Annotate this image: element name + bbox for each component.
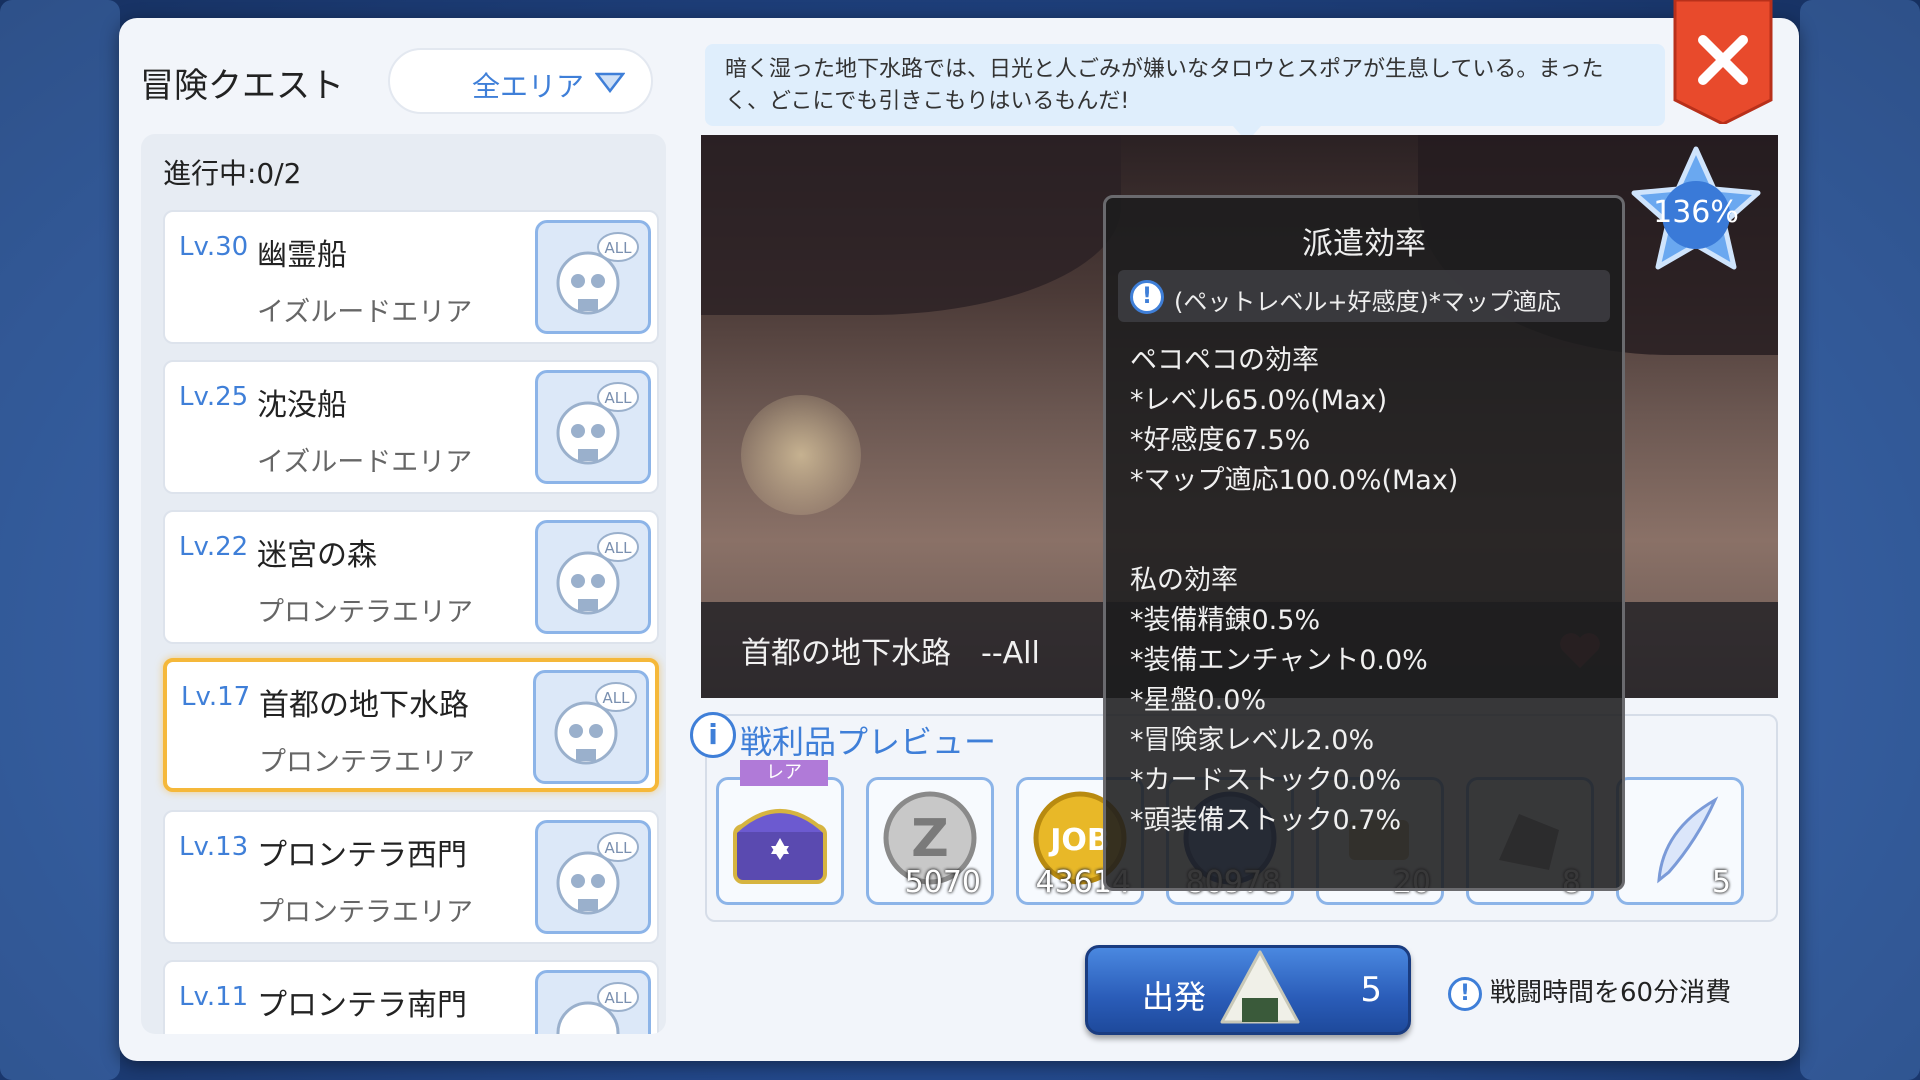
rare-tag: レア	[740, 760, 828, 786]
skull-all-icon: ALL	[533, 670, 649, 784]
area-filter-label: 全エリア	[472, 70, 585, 103]
my-efficiency-line: *装備エンチャント0.0%	[1130, 645, 1428, 676]
background-right	[1800, 0, 1920, 1080]
svg-text:ALL: ALL	[603, 689, 631, 707]
map-name: 首都の地下水路 --All	[741, 636, 1040, 671]
quest-name: プロンテラ西門	[257, 838, 467, 873]
pet-efficiency-line: *レベル65.0%(Max)	[1130, 385, 1388, 416]
my-efficiency-line: *装備精錬0.5%	[1130, 605, 1321, 636]
tooltip-title: 派遣効率	[1302, 226, 1426, 262]
formula-text: (ペットレベル+好感度)*マップ適応	[1174, 288, 1561, 316]
quest-area: プロンテラエリア	[257, 897, 473, 928]
my-efficiency-line: *冒険家レベル2.0%	[1130, 725, 1375, 756]
quest-item[interactable]: Lv.13 プロンテラ西門 プロンテラエリア ALL	[163, 810, 659, 944]
progress-count: 進行中:0/2	[163, 157, 302, 190]
battle-time-notice: ! 戦闘時間を60分消費	[1448, 972, 1731, 1011]
efficiency-badge[interactable]: 136%	[1626, 143, 1766, 283]
background-left	[0, 0, 120, 1080]
reward-count: 5070	[904, 865, 981, 900]
window-title: 冒険クエスト	[140, 66, 344, 106]
my-efficiency-line: *星盤0.0%	[1130, 685, 1267, 716]
rice-ball-icon	[1220, 950, 1300, 1024]
quest-area: イズルードエリア	[257, 447, 473, 478]
formula-box: ! (ペットレベル+好感度)*マップ適応	[1118, 270, 1610, 322]
depart-cost-count: 5	[1360, 970, 1382, 1010]
quest-item-selected[interactable]: Lv.17 首都の地下水路 プロンテラエリア ALL	[163, 658, 659, 792]
quest-item[interactable]: Lv.30 幽霊船 イズルードエリア ALL	[163, 210, 659, 344]
quest-name: 幽霊船	[257, 238, 347, 273]
pet-efficiency-line: *好感度67.5%	[1130, 425, 1311, 456]
loot-preview-title: 戦利品プレビュー	[740, 723, 997, 761]
depart-button[interactable]: 出発 5	[1085, 945, 1411, 1035]
svg-text:ALL: ALL	[605, 239, 633, 257]
quest-list: 進行中:0/2 Lv.30 幽霊船 イズルードエリア ALL Lv.25 沈没船…	[141, 134, 666, 1034]
skull-all-icon: ALL	[535, 220, 651, 334]
quest-name: 首都の地下水路	[259, 688, 469, 723]
efficiency-percent: 136%	[1653, 195, 1739, 230]
battle-time-text: 戦闘時間を60分消費	[1490, 978, 1732, 1008]
svg-text:ALL: ALL	[605, 839, 633, 857]
quest-level: Lv.30	[179, 232, 249, 262]
quest-level: Lv.11	[179, 982, 249, 1012]
chevron-down-icon	[595, 72, 625, 93]
skull-all-icon: ALL	[535, 520, 651, 634]
my-efficiency-line: *カードストック0.0%	[1130, 765, 1402, 796]
quest-description: 暗く湿った地下水路では、日光と人ごみが嫌いなタロウとスポアが生息している。まった…	[705, 44, 1665, 142]
pet-efficiency-line: *マップ適応100.0%(Max)	[1130, 465, 1459, 496]
my-efficiency-heading: 私の効率	[1130, 565, 1238, 596]
quest-name: 迷宮の森	[257, 538, 377, 573]
pet-efficiency-heading: ペコペコの効率	[1130, 345, 1319, 376]
skull-all-icon: ALL	[535, 820, 651, 934]
info-icon: !	[1130, 280, 1164, 314]
info-icon[interactable]: i	[690, 712, 736, 758]
svg-text:ALL: ALL	[605, 539, 633, 557]
my-efficiency-line: *頭装備ストック0.7%	[1130, 805, 1402, 836]
svg-text:ALL: ALL	[605, 989, 633, 1007]
reward-count: 5	[1711, 865, 1731, 900]
svg-text:Z: Z	[911, 809, 949, 869]
quest-name: 沈没船	[257, 388, 347, 423]
dispatch-efficiency-tooltip: 派遣効率 ! (ペットレベル+好感度)*マップ適応 ペコペコの効率 *レベル65…	[1103, 195, 1625, 891]
reward-slot[interactable]: 5	[1616, 777, 1744, 905]
reward-slot[interactable]	[716, 777, 844, 905]
svg-text:ALL: ALL	[605, 389, 633, 407]
quest-level: Lv.17	[181, 682, 251, 712]
quest-item[interactable]: Lv.11 プロンテラ南門 ALL	[163, 960, 659, 1034]
quest-level: Lv.13	[179, 832, 249, 862]
treasure-chest-icon	[733, 809, 827, 884]
quest-item[interactable]: Lv.22 迷宮の森 プロンテラエリア ALL	[163, 510, 659, 644]
svg-text:JOB: JOB	[1048, 823, 1110, 858]
area-filter-dropdown[interactable]: 全エリア	[388, 48, 653, 114]
quest-name: プロンテラ南門	[257, 988, 467, 1023]
quest-level: Lv.25	[179, 382, 249, 412]
quest-area: イズルードエリア	[257, 297, 473, 328]
close-icon[interactable]	[1673, 0, 1773, 124]
reward-slot[interactable]: Z 5070	[866, 777, 994, 905]
info-icon: !	[1448, 976, 1482, 1011]
quest-level: Lv.22	[179, 532, 249, 562]
skull-all-icon: ALL	[535, 370, 651, 484]
depart-label: 出発	[1142, 978, 1207, 1016]
quest-item[interactable]: Lv.25 沈没船 イズルードエリア ALL	[163, 360, 659, 494]
skull-all-icon: ALL	[535, 970, 651, 1034]
quest-area: プロンテラエリア	[257, 597, 473, 628]
quest-area: プロンテラエリア	[259, 747, 475, 778]
